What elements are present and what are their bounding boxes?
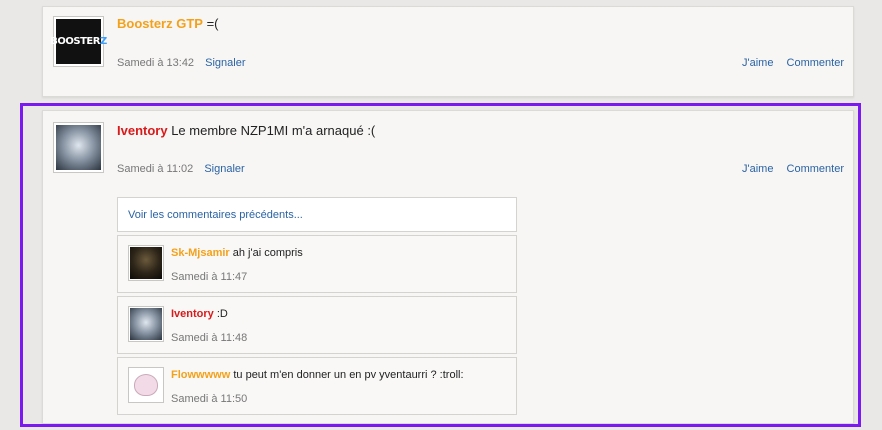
post-author-link[interactable]: Boosterz GTP <box>117 16 203 31</box>
post-author-link[interactable]: Iventory <box>117 123 168 138</box>
comment-link[interactable]: Commenter <box>787 163 844 175</box>
post-message: =( <box>206 16 219 31</box>
post-meta: Samedi à 11:02 Signaler <box>117 163 245 175</box>
comment-author-link[interactable]: Flowwwww <box>171 369 230 381</box>
comment-text: ah j'ai compris <box>232 247 303 259</box>
report-link[interactable]: Signaler <box>205 57 245 69</box>
like-link[interactable]: J'aime <box>742 163 773 175</box>
post-actions: J'aime Commenter <box>732 57 844 69</box>
comment-item: Iventory :D Samedi à 11:48 <box>117 296 517 354</box>
post-timestamp: Samedi à 13:42 <box>117 57 195 69</box>
avatar[interactable] <box>128 367 164 403</box>
comment-line: Flowwwww tu peut m'en donner un en pv yv… <box>171 369 464 381</box>
post-iventory: Iventory Le membre NZP1MI m'a arnaqué :(… <box>42 110 854 424</box>
iventory-avatar-image <box>56 125 101 170</box>
comment-author-link[interactable]: Sk-Mjsamir <box>171 247 230 259</box>
comment-timestamp: Samedi à 11:47 <box>171 271 248 283</box>
comment-timestamp: Samedi à 11:48 <box>171 332 248 344</box>
post-timestamp: Samedi à 11:02 <box>117 163 194 175</box>
avatar[interactable] <box>128 245 164 281</box>
comment-author-link[interactable]: Iventory <box>171 308 214 320</box>
avatar[interactable] <box>53 122 104 173</box>
post-meta: Samedi à 13:42 Signaler <box>117 57 245 69</box>
flow-avatar-image <box>130 369 162 401</box>
post-line: Iventory Le membre NZP1MI m'a arnaqué :( <box>117 123 375 138</box>
comment-link[interactable]: Commenter <box>787 57 844 69</box>
iventory-avatar-image <box>130 308 162 340</box>
comment-line: Iventory :D <box>171 308 228 320</box>
avatar[interactable] <box>128 306 164 342</box>
creature-icon <box>134 374 158 396</box>
comment-line: Sk-Mjsamir ah j'ai compris <box>171 247 303 259</box>
comment-item: Sk-Mjsamir ah j'ai compris Samedi à 11:4… <box>117 235 517 293</box>
sk-avatar-image <box>130 247 162 279</box>
report-link[interactable]: Signaler <box>204 163 244 175</box>
post-boosterz: BOOSTER Z Boosterz GTP =( Samedi à 13:42 … <box>42 6 854 97</box>
comment-item: Flowwwww tu peut m'en donner un en pv yv… <box>117 357 517 415</box>
post-message: Le membre NZP1MI m'a arnaqué :( <box>171 123 376 138</box>
post-line: Boosterz GTP =( <box>117 16 219 31</box>
more-comments-link[interactable]: Voir les commentaires précédents... <box>128 209 303 221</box>
comment-timestamp: Samedi à 11:50 <box>171 393 248 405</box>
comment-text: tu peut m'en donner un en pv yventaurri … <box>233 369 464 381</box>
post-actions: J'aime Commenter <box>732 163 844 175</box>
more-comments-box: Voir les commentaires précédents... <box>117 197 517 232</box>
comment-text: :D <box>216 308 228 320</box>
boosterz-avatar-image: BOOSTER Z <box>50 19 107 64</box>
avatar[interactable]: BOOSTER Z <box>50 16 107 67</box>
like-link[interactable]: J'aime <box>742 57 773 69</box>
